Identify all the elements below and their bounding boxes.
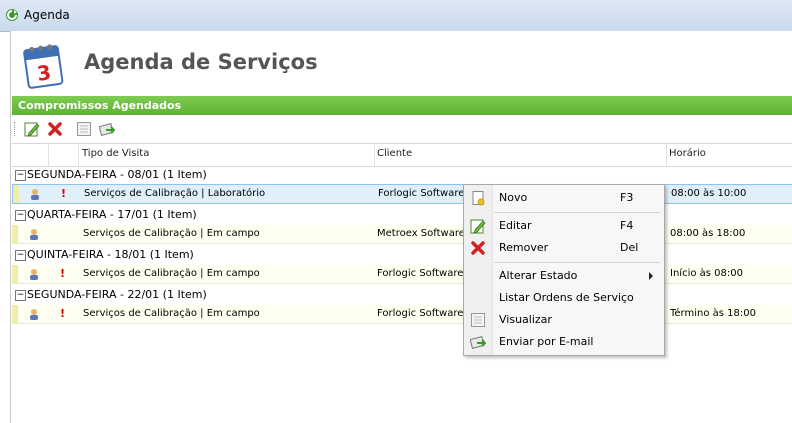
cell-cliente: Forlogic Software — [377, 308, 464, 319]
edit-icon[interactable] — [24, 121, 40, 137]
preview-icon — [471, 313, 485, 327]
edit-icon — [470, 219, 486, 234]
menu-item-listar-ordens[interactable]: Listar Ordens de Serviço — [464, 287, 664, 309]
delete-icon — [471, 241, 485, 255]
priority-flag: ! — [60, 307, 66, 320]
cell-horario: Início às 08:00 — [670, 268, 743, 279]
menu-item-label: Alterar Estado — [499, 269, 578, 282]
cell-horario: 08:00 às 18:00 — [670, 228, 746, 239]
menu-item-shortcut: Del — [620, 241, 639, 254]
group-label: QUARTA-FEIRA - 17/01 (1 Item) — [27, 208, 197, 221]
group-row[interactable]: − SEGUNDA-FEIRA - 08/01 (1 Item) — [12, 166, 792, 184]
collapse-toggle[interactable]: − — [15, 250, 26, 261]
menu-item-remover[interactable]: Remover Del — [464, 237, 664, 259]
send-email-icon — [470, 335, 486, 349]
menu-item-shortcut: F4 — [620, 219, 634, 232]
menu-item-label: Remover — [499, 241, 549, 254]
window-titlebar: Agenda — [0, 0, 792, 32]
menu-item-label: Editar — [499, 219, 532, 232]
collapse-toggle[interactable]: − — [15, 170, 26, 181]
cell-cliente: Forlogic Software — [377, 268, 464, 279]
delete-icon[interactable] — [47, 121, 63, 137]
menu-item-alterar-estado[interactable]: Alterar Estado — [464, 265, 664, 287]
app-refresh-icon — [6, 9, 18, 21]
table-row[interactable]: ! Serviços de Calibração | Em campo Forl… — [12, 265, 792, 284]
column-separator — [666, 144, 667, 166]
menu-item-novo[interactable]: Novo F3 — [464, 187, 664, 209]
toolbar — [12, 118, 792, 140]
column-header-cliente[interactable]: Cliente — [377, 148, 412, 159]
menu-item-visualizar[interactable]: Visualizar — [464, 309, 664, 331]
page-title: Agenda de Serviços — [84, 50, 318, 74]
cell-tipo: Serviços de Calibração | Em campo — [83, 228, 260, 239]
menu-separator — [494, 212, 660, 213]
submenu-arrow-icon — [649, 272, 653, 280]
menu-item-label: Enviar por E-mail — [499, 335, 594, 348]
person-icon — [31, 189, 39, 200]
group-row[interactable]: − QUINTA-FEIRA - 18/01 (1 Item) — [12, 246, 792, 264]
cell-cliente: Metroex Software — [377, 228, 465, 239]
table-row[interactable]: Serviços de Calibração | Em campo Metroe… — [12, 225, 792, 244]
menu-item-shortcut: F3 — [620, 191, 634, 204]
group-row[interactable]: − QUARTA-FEIRA - 17/01 (1 Item) — [12, 206, 792, 224]
panel-title: Compromissos Agendados — [18, 99, 182, 112]
priority-flag: ! — [61, 187, 67, 200]
cell-tipo: Serviços de Calibração | Em campo — [83, 308, 260, 319]
collapse-toggle[interactable]: − — [15, 290, 26, 301]
menu-item-enviar-email[interactable]: Enviar por E-mail — [464, 331, 664, 353]
row-indicator — [13, 185, 19, 203]
person-icon — [30, 229, 38, 240]
person-icon — [30, 309, 38, 320]
window-title: Agenda — [24, 8, 70, 22]
column-header-horario[interactable]: Horário — [669, 148, 706, 159]
toolbar-grip — [14, 122, 17, 136]
priority-flag: ! — [60, 267, 66, 280]
menu-item-editar[interactable]: Editar F4 — [464, 215, 664, 237]
cell-horario: Término às 18:00 — [670, 308, 756, 319]
menu-separator — [494, 262, 660, 263]
cell-tipo: Serviços de Calibração | Em campo — [83, 268, 260, 279]
row-indicator — [12, 225, 18, 243]
cell-cliente: Forlogic Software — [378, 188, 465, 199]
cell-horario: 08:00 às 10:00 — [671, 188, 747, 199]
collapse-toggle[interactable]: − — [15, 210, 26, 221]
group-label: SEGUNDA-FEIRA - 08/01 (1 Item) — [27, 168, 207, 181]
new-document-icon — [472, 191, 485, 206]
send-email-icon[interactable] — [99, 121, 115, 137]
menu-item-label: Novo — [499, 191, 528, 204]
menu-item-label: Listar Ordens de Serviço — [499, 291, 634, 304]
group-label: QUINTA-FEIRA - 18/01 (1 Item) — [27, 248, 194, 261]
column-separator — [374, 144, 375, 166]
calendar-icon: 3 — [23, 44, 64, 89]
group-row[interactable]: − SEGUNDA-FEIRA - 22/01 (1 Item) — [12, 286, 792, 304]
table-row[interactable]: ! Serviços de Calibração | Em campo Forl… — [12, 305, 792, 324]
menu-item-label: Visualizar — [499, 313, 552, 326]
row-indicator — [12, 305, 18, 323]
row-indicator — [12, 265, 18, 283]
preview-icon[interactable] — [76, 121, 92, 137]
panel-header: Compromissos Agendados — [12, 96, 792, 115]
table-row[interactable]: ! Serviços de Calibração | Laboratório F… — [12, 184, 792, 204]
column-header-tipo[interactable]: Tipo de Visita — [82, 148, 149, 159]
cell-tipo: Serviços de Calibração | Laboratório — [84, 188, 266, 199]
column-separator — [48, 144, 49, 166]
grid-header: Tipo de Visita Cliente Horário — [12, 143, 792, 167]
group-label: SEGUNDA-FEIRA - 22/01 (1 Item) — [27, 288, 207, 301]
context-menu: Novo F3 Editar F4 Remover Del Alterar Es… — [463, 184, 665, 356]
person-icon — [30, 269, 38, 280]
column-separator — [78, 144, 79, 166]
